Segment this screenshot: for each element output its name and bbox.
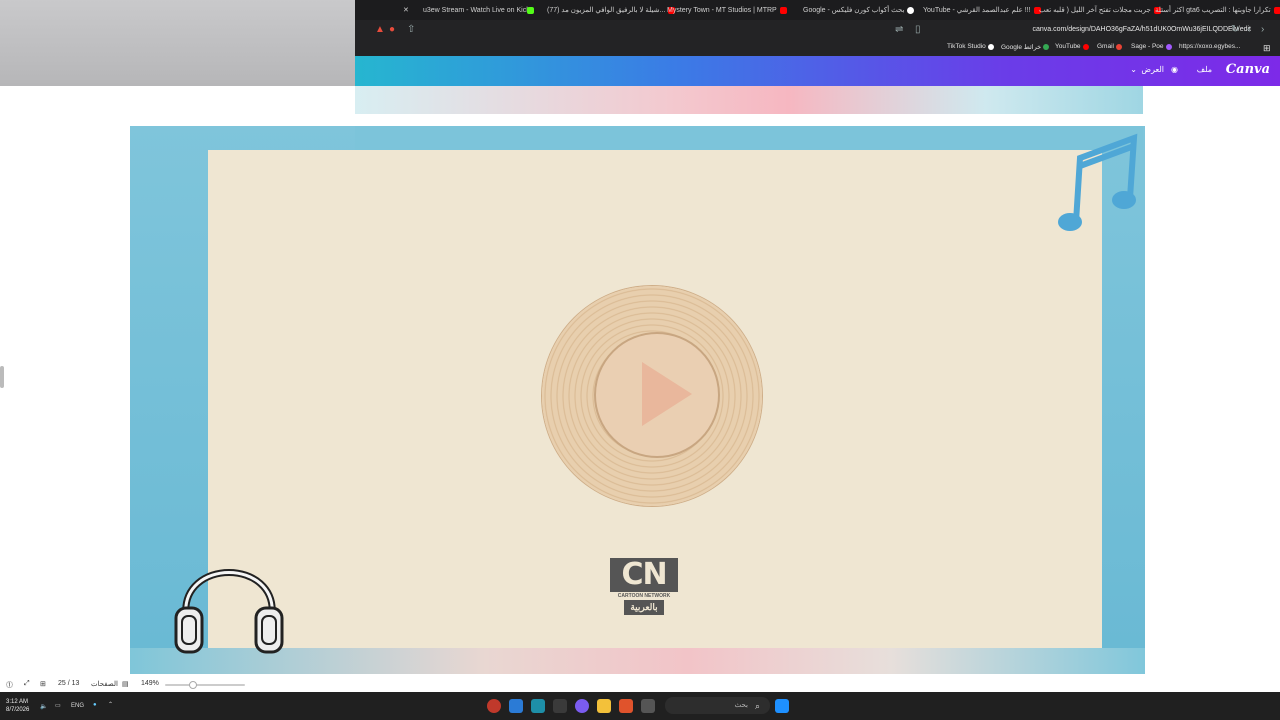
bookmark-gmail[interactable]: Gmail <box>1097 43 1122 50</box>
volume-icon[interactable]: 🔈 <box>40 703 47 710</box>
browser-address-bar: ▲ ● ⇧ canva.com/design/DAHO36gFaZA/h51dU… <box>355 20 1280 40</box>
browser-tab-bar: ✕ u3ew Stream - Watch Live on Kick (77) … <box>355 0 1280 20</box>
bookmark-tiktok[interactable]: TikTok Studio <box>947 43 994 50</box>
app-icon-1[interactable] <box>487 699 501 713</box>
bookmark-label: Sage - Poe <box>1131 43 1164 50</box>
page-counter[interactable]: 25 / 13 <box>58 680 79 687</box>
zoom-slider[interactable] <box>165 684 245 686</box>
kick-icon <box>527 6 534 14</box>
bookmark-label: Gmail <box>1097 43 1114 50</box>
windows-start-icon[interactable] <box>775 699 789 713</box>
chevron-up-icon[interactable]: ⌃ <box>108 701 113 708</box>
play-icon[interactable] <box>642 362 692 426</box>
file-explorer-icon[interactable] <box>597 699 611 713</box>
pages-icon[interactable]: ▤ <box>122 680 129 688</box>
apps-grid-icon[interactable]: ⊞ <box>1263 43 1271 54</box>
app-icon-2[interactable] <box>509 699 523 713</box>
design-frame-top <box>355 126 1143 150</box>
maps-icon <box>1043 44 1050 50</box>
youtube-icon <box>1082 43 1089 50</box>
bookmark-icon[interactable]: ▯ <box>915 24 921 35</box>
tab-label: u3ew Stream - Watch Live on Kick <box>423 6 530 14</box>
poe-icon <box>1165 43 1172 50</box>
mic-icon[interactable]: ● <box>93 702 97 708</box>
clock-date: 8/7/2026 <box>6 707 30 713</box>
tab-mystery-town[interactable]: Mystery Town - MT Studios | MTRP <box>667 4 787 16</box>
tab-label: جربت مجلات تفتح آخر الليل ( قلبه تعب <box>1039 7 1151 14</box>
bookmark-label: https://xoxo.egybes... <box>1179 43 1241 50</box>
bookmark-egybest[interactable]: https://xoxo.egybes... <box>1179 43 1240 50</box>
cn-logo-subtitle: CARTOON NETWORK <box>617 593 671 599</box>
help-icon[interactable]: ⓵ <box>6 680 13 690</box>
tab-youtube-abdulsamad[interactable]: YouTube - علم عبدالصمد القرشي !!! <box>923 4 1041 16</box>
brave-shield-icon[interactable]: ▲ <box>375 24 385 35</box>
back-icon[interactable]: ‹ <box>1247 24 1250 35</box>
settings-icon[interactable]: ⇌ <box>895 24 903 35</box>
share-icon[interactable]: ⇧ <box>407 24 415 35</box>
tab-youtube-gta6[interactable]: اكثر أسئلة gta6 تكرارا جاوبتها : التصريب <box>1155 4 1280 16</box>
network-icon[interactable]: ▭ <box>55 702 61 709</box>
gmail-icon <box>1115 43 1122 50</box>
tab-label: YouTube - علم عبدالصمد القرشي !!! <box>923 7 1031 14</box>
bookmark-label: Google خرائط <box>1001 44 1042 51</box>
brave-icon[interactable] <box>619 699 633 713</box>
bookmark-label: YouTube <box>1055 43 1081 50</box>
tab-label: (77) شيلة لا بالرفيق الوافي المزيون مد..… <box>547 7 666 14</box>
eye-icon[interactable]: ◉ <box>1171 65 1178 74</box>
app-icon-8[interactable] <box>641 699 655 713</box>
zoom-value[interactable]: 149% <box>141 680 159 687</box>
youtube-icon <box>779 6 787 14</box>
canva-header: Canva ملف ◉ العرض ⌄ <box>355 56 1280 86</box>
bookmark-youtube[interactable]: YouTube <box>1055 43 1089 50</box>
tab-youtube-shila[interactable]: (77) شيلة لا بالرفيق الوافي المزيون مد..… <box>547 4 676 16</box>
cn-logo-arabic: بالعربية <box>624 600 664 615</box>
language-indicator[interactable]: ENG <box>71 703 84 709</box>
bookmark-poe[interactable]: Sage - Poe <box>1131 43 1172 50</box>
close-icon[interactable]: ✕ <box>403 4 409 16</box>
headphones-icon[interactable] <box>172 538 286 666</box>
fullscreen-icon[interactable]: ⤢ <box>24 680 30 688</box>
grid-view-icon[interactable]: ⊞ <box>40 680 46 688</box>
search-icon[interactable]: ⌕ <box>755 701 760 712</box>
bookmark-google-maps[interactable]: Google خرائط <box>1001 43 1050 51</box>
clock[interactable]: 3:12 AM 8/7/2026 <box>6 698 29 714</box>
discord-icon[interactable] <box>575 699 589 713</box>
pages-button[interactable]: الصفحات <box>91 680 118 688</box>
canva-logo[interactable]: Canva <box>1226 62 1270 77</box>
app-icon-3[interactable] <box>531 699 545 713</box>
chevron-down-icon[interactable]: ⌄ <box>1130 65 1137 74</box>
bookmark-label: TikTok Studio <box>947 43 986 50</box>
canva-footer: ⓵ ⤢ ⊞ 25 / 13 الصفحات ▤ 149% <box>0 676 1280 692</box>
google-icon <box>907 6 915 14</box>
side-panel-handle[interactable] <box>0 366 4 388</box>
cartoon-network-logo[interactable]: CN CARTOON NETWORK بالعربية <box>610 558 678 616</box>
music-note-icon[interactable] <box>1058 130 1142 236</box>
brave-rewards-icon[interactable]: ● <box>389 24 395 35</box>
file-menu[interactable]: ملف <box>1197 65 1212 74</box>
tab-label: Google - بحث أكواب كورن فليكس <box>803 7 905 14</box>
previous-page-preview[interactable] <box>355 86 1143 114</box>
tab-kick[interactable]: u3ew Stream - Watch Live on Kick <box>423 4 530 16</box>
forward-icon[interactable]: › <box>1261 24 1264 35</box>
youtube-icon <box>1273 6 1280 14</box>
tiktok-icon <box>987 43 994 50</box>
clock-time: 3:12 AM <box>6 699 29 705</box>
tab-kick-icon[interactable] <box>527 4 534 16</box>
cn-logo-letters: CN <box>610 558 678 592</box>
url-field[interactable]: canva.com/design/DAHO36gFaZA/h51dUK0OmWu… <box>735 23 1265 37</box>
tab-label: اكثر أسئلة gta6 تكرارا جاوبتها : التصريب <box>1155 7 1271 14</box>
windows-taskbar: 3:12 AM 8/7/2026 🔈 ▭ ENG ● ⌃ بحث ⌕ <box>0 692 1280 720</box>
view-menu[interactable]: العرض <box>1141 65 1164 74</box>
tab-youtube-majallat[interactable]: جربت مجلات تفتح آخر الليل ( قلبه تعب <box>1039 4 1161 16</box>
tab-label: Mystery Town - MT Studios | MTRP <box>667 6 777 14</box>
zoom-slider-knob[interactable] <box>189 681 197 689</box>
reload-icon[interactable]: ↻ <box>1231 24 1239 35</box>
tab-google-search[interactable]: Google - بحث أكواب كورن فليكس <box>803 4 915 16</box>
app-icon-4[interactable] <box>553 699 567 713</box>
bookmarks-bar: TikTok Studio Google خرائط YouTube Gmail… <box>355 40 1280 56</box>
